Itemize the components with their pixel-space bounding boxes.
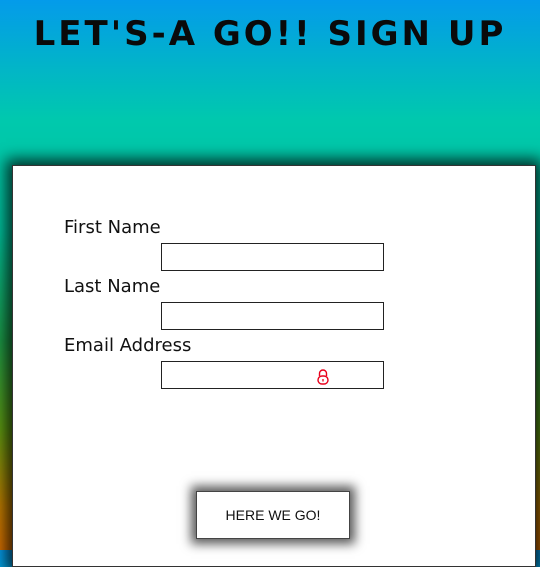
lock-icon[interactable] [316,369,330,385]
email-input[interactable] [161,361,384,389]
submit-button[interactable]: HERE WE GO! [196,491,350,539]
last-name-input[interactable] [161,302,384,330]
signup-form: First Name Last Name Email Address HERE … [12,165,536,567]
first-name-input[interactable] [161,243,384,271]
first-name-label: First Name [64,217,161,238]
email-label: Email Address [64,335,192,356]
last-name-label: Last Name [64,276,161,297]
page-title: LET'S-A GO!! SIGN UP [33,14,507,54]
